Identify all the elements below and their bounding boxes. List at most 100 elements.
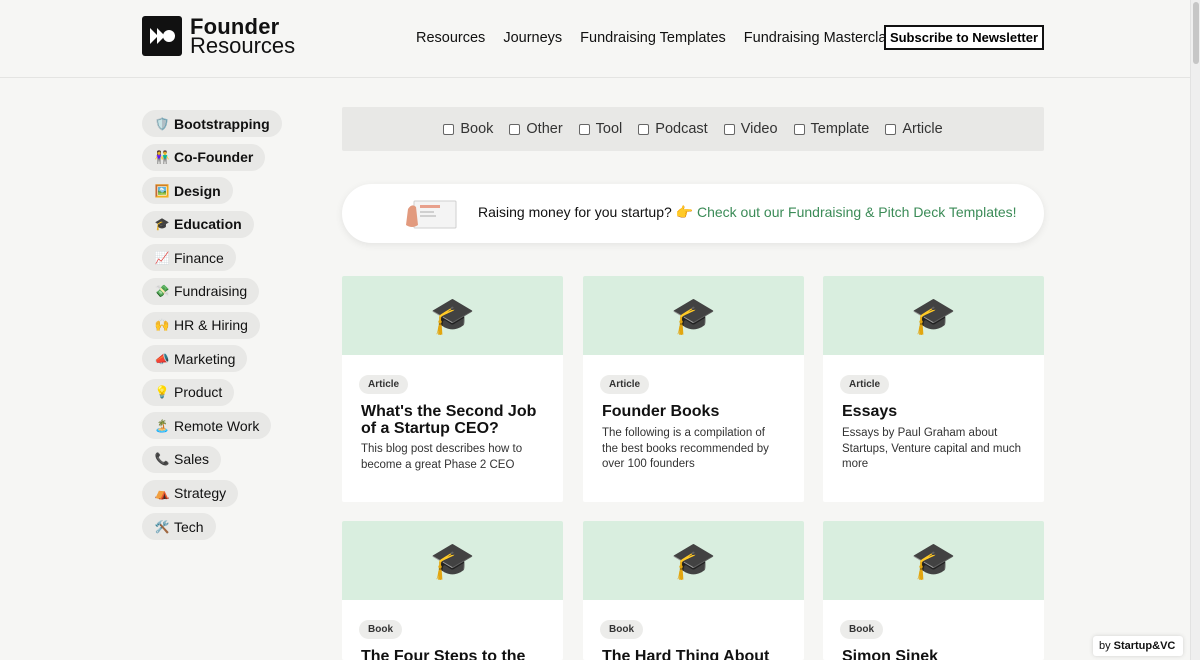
picture-icon: 🖼️ bbox=[154, 183, 170, 198]
main-nav: Resources Journeys Fundraising Templates… bbox=[416, 26, 919, 50]
checkbox[interactable] bbox=[638, 123, 650, 135]
filter-video[interactable]: Video bbox=[723, 121, 778, 137]
category-design[interactable]: 🖼️ Design bbox=[142, 177, 233, 205]
megaphone-icon: 📣 bbox=[154, 351, 170, 366]
page-scrollbar[interactable] bbox=[1190, 0, 1200, 660]
badge-brand: Startup&VC bbox=[1113, 640, 1176, 652]
category-label: Marketing bbox=[174, 350, 236, 367]
card-title[interactable]: Founder Books bbox=[602, 403, 787, 420]
graduation-cap-icon: 🎓 bbox=[671, 539, 716, 581]
category-product[interactable]: 💡 Product bbox=[142, 378, 235, 406]
card-title[interactable]: Essays bbox=[842, 403, 1027, 420]
graduation-cap-icon: 🎓 bbox=[430, 539, 475, 581]
palm-tree-icon: 🏝️ bbox=[154, 418, 170, 433]
filter-label: Article bbox=[902, 121, 943, 137]
card-header: 🎓 bbox=[583, 276, 804, 355]
card-type-tag: Article bbox=[600, 375, 650, 394]
category-hr-hiring[interactable]: 🙌 HR & Hiring bbox=[142, 311, 260, 339]
category-label: Strategy bbox=[174, 485, 227, 502]
filter-other[interactable]: Other bbox=[509, 121, 563, 137]
subscribe-button[interactable]: Subscribe to Newsletter bbox=[884, 25, 1044, 50]
filter-label: Tool bbox=[595, 121, 623, 137]
category-label: Bootstrapping bbox=[174, 115, 270, 132]
startup-vc-badge[interactable]: by Startup&VC bbox=[1093, 636, 1183, 656]
graduation-cap-icon: 🎓 bbox=[430, 294, 475, 336]
category-finance[interactable]: 📈 Finance bbox=[142, 244, 236, 272]
resource-card[interactable]: 🎓 Article What's the Second Job of a Sta… bbox=[342, 276, 563, 502]
resource-card[interactable]: 🎓 Book Simon Sinek bbox=[823, 521, 1044, 660]
logo-text: Founder Resources bbox=[190, 16, 295, 57]
banner-prompt: Raising money for you startup? 👉 bbox=[478, 204, 697, 220]
category-tech[interactable]: 🛠️ Tech bbox=[142, 513, 216, 541]
card-type-tag: Article bbox=[359, 375, 409, 394]
filter-tool[interactable]: Tool bbox=[578, 121, 623, 137]
nav-journeys[interactable]: Journeys bbox=[503, 26, 562, 50]
shield-icon: 🛡️ bbox=[154, 116, 170, 131]
type-filter-bar: Book Other Tool Podcast Video Template A… bbox=[342, 107, 1044, 151]
checkbox[interactable] bbox=[578, 123, 590, 135]
card-header: 🎓 bbox=[342, 276, 563, 355]
category-label: Fundraising bbox=[174, 283, 248, 300]
card-title[interactable]: The Four Steps to the bbox=[361, 648, 546, 660]
graduation-cap-icon: 🎓 bbox=[154, 217, 170, 232]
category-marketing[interactable]: 📣 Marketing bbox=[142, 345, 248, 373]
filter-template[interactable]: Template bbox=[793, 121, 870, 137]
checkbox[interactable] bbox=[793, 123, 805, 135]
card-title[interactable]: Simon Sinek bbox=[842, 648, 1027, 660]
pitch-deck-thumbnail-icon bbox=[406, 200, 457, 229]
category-label: Product bbox=[174, 384, 223, 401]
card-type-tag: Article bbox=[840, 375, 890, 394]
checkbox[interactable] bbox=[885, 123, 897, 135]
category-label: Sales bbox=[174, 451, 210, 468]
resource-card[interactable]: 🎓 Article Essays Essays by Paul Graham a… bbox=[823, 276, 1044, 502]
resource-card[interactable]: 🎓 Book The Hard Thing About bbox=[583, 521, 804, 660]
checkbox[interactable] bbox=[723, 123, 735, 135]
category-sales[interactable]: 📞 Sales bbox=[142, 445, 222, 473]
resource-card[interactable]: 🎓 Article Founder Books The following is… bbox=[583, 276, 804, 502]
site-header: Founder Resources Resources Journeys Fun… bbox=[0, 0, 1190, 78]
phone-icon: 📞 bbox=[154, 452, 170, 467]
tent-icon: ⛺ bbox=[154, 486, 170, 501]
card-header: 🎓 bbox=[583, 521, 804, 600]
banner-text: Raising money for you startup? 👉 Check o… bbox=[478, 204, 1017, 221]
category-label: Design bbox=[174, 182, 221, 199]
money-icon: 💸 bbox=[154, 284, 170, 299]
category-strategy[interactable]: ⛺ Strategy bbox=[142, 479, 239, 507]
category-remote-work[interactable]: 🏝️ Remote Work bbox=[142, 412, 272, 440]
category-education[interactable]: 🎓 Education bbox=[142, 210, 254, 238]
resource-card[interactable]: 🎓 Book The Four Steps to the bbox=[342, 521, 563, 660]
raised-hands-icon: 🙌 bbox=[154, 318, 170, 333]
filter-label: Other bbox=[526, 121, 563, 137]
card-title[interactable]: The Hard Thing About bbox=[602, 648, 787, 660]
card-header: 🎓 bbox=[342, 521, 563, 600]
category-label: Finance bbox=[174, 249, 224, 266]
category-label: Education bbox=[174, 216, 242, 233]
scrollbar-thumb[interactable] bbox=[1193, 2, 1199, 64]
lightbulb-icon: 💡 bbox=[154, 385, 170, 400]
filter-podcast[interactable]: Podcast bbox=[638, 121, 708, 137]
filter-book[interactable]: Book bbox=[443, 121, 493, 137]
nav-fundraising-masterclass[interactable]: Fundraising Masterclass bbox=[744, 26, 901, 50]
card-type-tag: Book bbox=[600, 620, 643, 639]
filter-article[interactable]: Article bbox=[885, 121, 943, 137]
category-label: Remote Work bbox=[174, 417, 260, 434]
banner-link[interactable]: Check out our Fundraising & Pitch Deck T… bbox=[697, 204, 1017, 220]
category-bootstrapping[interactable]: 🛡️ Bootstrapping bbox=[142, 110, 282, 137]
card-title[interactable]: What's the Second Job of a Startup CEO? bbox=[361, 403, 546, 437]
nav-resources[interactable]: Resources bbox=[416, 26, 485, 50]
category-label: Tech bbox=[174, 518, 204, 535]
fundraising-promo-banner[interactable]: Raising money for you startup? 👉 Check o… bbox=[342, 184, 1044, 243]
nav-fundraising-templates[interactable]: Fundraising Templates bbox=[580, 26, 726, 50]
logo[interactable]: Founder Resources bbox=[142, 16, 295, 57]
card-type-tag: Book bbox=[840, 620, 883, 639]
card-header: 🎓 bbox=[823, 276, 1044, 355]
checkbox[interactable] bbox=[509, 123, 521, 135]
filter-label: Template bbox=[810, 121, 870, 137]
category-fundraising[interactable]: 💸 Fundraising bbox=[142, 277, 260, 305]
checkbox[interactable] bbox=[443, 123, 455, 135]
people-icon: 👫 bbox=[154, 150, 170, 165]
logo-mark-icon bbox=[142, 16, 182, 56]
category-co-founder[interactable]: 👫 Co-Founder bbox=[142, 143, 266, 171]
graduation-cap-icon: 🎓 bbox=[671, 294, 716, 336]
category-label: HR & Hiring bbox=[174, 317, 248, 334]
